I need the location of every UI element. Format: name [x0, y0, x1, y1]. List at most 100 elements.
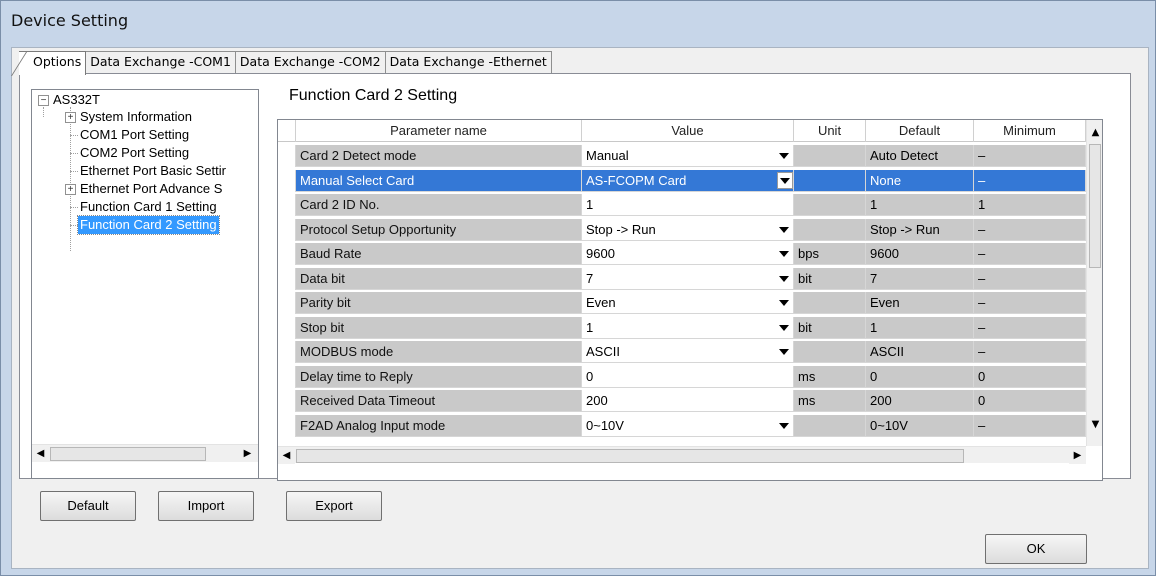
- scrollbar-thumb[interactable]: [1089, 144, 1101, 268]
- scroll-left-icon[interactable]: ◀: [32, 445, 49, 462]
- header-parameter-name[interactable]: Parameter name: [296, 120, 582, 142]
- tree-item-ethernet-port-basic[interactable]: Ethernet Port Basic Settir: [78, 162, 228, 180]
- export-button[interactable]: Export: [286, 491, 382, 521]
- tree-item-com1-port-setting[interactable]: COM1 Port Setting: [78, 126, 191, 144]
- dropdown-arrow-icon[interactable]: [779, 349, 789, 355]
- parameter-name-cell-text: Delay time to Reply: [300, 368, 413, 384]
- parameter-name-cell-text: Baud Rate: [300, 246, 362, 261]
- tree-item-function-card-1-setting[interactable]: Function Card 1 Setting: [78, 198, 219, 216]
- dropdown-arrow-icon[interactable]: [779, 153, 789, 159]
- grid-horizontal-scrollbar[interactable]: ◀ ▶: [278, 446, 1086, 464]
- default-cell: Stop -> Run: [866, 218, 974, 241]
- value-dropdown[interactable]: 7: [582, 267, 794, 290]
- default-cell: 0: [866, 365, 974, 388]
- value-dropdown[interactable]: 0~10V: [582, 414, 794, 437]
- tab-data-exchange-com1[interactable]: Data Exchange -COM1: [85, 51, 236, 74]
- tab-data-exchange-com2[interactable]: Data Exchange -COM2: [234, 51, 386, 74]
- grid-row[interactable]: Delay time to Reply 0 ms 0 0: [278, 365, 1086, 388]
- minimum-cell: –: [974, 243, 1086, 265]
- grid-row[interactable]: MODBUS mode ASCII ASCII –: [278, 341, 1086, 363]
- header-default[interactable]: Default: [866, 120, 974, 142]
- value-input[interactable]: 0: [582, 365, 794, 388]
- default-cell: 200: [866, 390, 974, 412]
- panel-title: Function Card 2 Setting: [289, 87, 458, 104]
- header-value[interactable]: Value: [582, 120, 794, 142]
- scroll-right-icon[interactable]: ▶: [239, 445, 256, 462]
- value-input[interactable]: 200: [582, 390, 794, 412]
- tree-root-as332t[interactable]: AS332T: [51, 91, 102, 109]
- minimum-cell: 1: [974, 194, 1086, 216]
- grid-row[interactable]: Parity bit Even Even –: [278, 292, 1086, 314]
- tab-options[interactable]: Options: [19, 51, 87, 75]
- unit-cell: bit: [794, 267, 866, 290]
- default-cell: ASCII: [866, 341, 974, 363]
- value-input[interactable]: 1: [582, 194, 794, 216]
- window-title: Device Setting: [11, 11, 129, 30]
- tab-data-exchange-ethernet[interactable]: Data Exchange -Ethernet: [384, 51, 552, 74]
- header-minimum[interactable]: Minimum: [974, 120, 1086, 142]
- parameter-name-cell-text: MODBUS mode: [300, 344, 394, 359]
- import-button[interactable]: Import: [158, 491, 254, 521]
- unit-cell: ms: [794, 390, 866, 412]
- grid-row[interactable]: Card 2 Detect mode Manual Auto Detect –: [278, 145, 1086, 167]
- dropdown-arrow-icon[interactable]: [779, 324, 789, 331]
- grid-row[interactable]: Received Data Timeout 200 ms 200 0: [278, 390, 1086, 412]
- value-dropdown[interactable]: ASCII: [582, 341, 794, 363]
- scroll-left-icon[interactable]: ◀: [278, 447, 295, 464]
- scrollbar-thumb[interactable]: [296, 449, 964, 463]
- scroll-right-icon[interactable]: ▶: [1069, 447, 1086, 464]
- parameter-name-cell: F2AD Analog Input mode: [296, 414, 582, 437]
- grid-vertical-scrollbar[interactable]: ▲ ▼: [1086, 120, 1102, 446]
- dropdown-button[interactable]: [777, 171, 793, 189]
- tree-item-system-information[interactable]: System Information: [78, 108, 194, 126]
- scroll-up-icon[interactable]: ▲: [1087, 124, 1102, 141]
- grid-row[interactable]: Baud Rate 9600 bps 9600 –: [278, 243, 1086, 265]
- tree-item-function-card-2-setting[interactable]: Function Card 2 Setting: [77, 215, 220, 235]
- grid-row[interactable]: Protocol Setup Opportunity Stop -> Run Sto…: [278, 218, 1086, 241]
- dropdown-arrow-icon[interactable]: [779, 251, 789, 257]
- value-dropdown[interactable]: 1: [582, 316, 794, 339]
- unit-cell: [794, 169, 866, 192]
- default-button[interactable]: Default: [40, 491, 136, 521]
- row-gutter: [278, 316, 296, 339]
- unit-cell: [794, 218, 866, 241]
- minimum-cell-text: –: [978, 172, 986, 188]
- ok-button[interactable]: OK: [985, 534, 1087, 564]
- expand-icon[interactable]: +: [65, 184, 76, 195]
- value-dropdown[interactable]: 9600: [582, 243, 794, 265]
- value-dropdown[interactable]: Stop -> Run: [582, 218, 794, 241]
- dropdown-arrow-icon[interactable]: [779, 422, 789, 429]
- scroll-down-icon[interactable]: ▼: [1087, 416, 1102, 433]
- default-cell: 0~10V: [866, 414, 974, 437]
- value-dropdown-text: 9600: [586, 246, 615, 261]
- tree-horizontal-scrollbar[interactable]: ◀ ▶: [32, 444, 258, 462]
- settings-tree[interactable]: − AS332T + System Information COM1 Port …: [31, 89, 259, 479]
- dropdown-arrow-icon[interactable]: [779, 226, 789, 233]
- scrollbar-thumb[interactable]: [50, 447, 206, 461]
- minimum-cell-text: –: [978, 319, 986, 335]
- value-dropdown[interactable]: Even: [582, 292, 794, 314]
- grid-row[interactable]: Stop bit 1 bit 1 –: [278, 316, 1086, 339]
- parameter-name-cell: Card 2 ID No.: [296, 194, 582, 216]
- default-cell: 9600: [866, 243, 974, 265]
- dropdown-arrow-icon[interactable]: [779, 300, 789, 306]
- grid-row[interactable]: Data bit 7 bit 7 –: [278, 267, 1086, 290]
- value-dropdown[interactable]: AS-FCOPM Card: [582, 169, 794, 192]
- expand-icon[interactable]: +: [65, 112, 76, 123]
- grid-row[interactable]: F2AD Analog Input mode 0~10V 0~10V –: [278, 414, 1086, 437]
- collapse-icon[interactable]: −: [38, 95, 49, 106]
- value-dropdown-text: Stop -> Run: [586, 221, 656, 237]
- default-cell: 1: [866, 316, 974, 339]
- tree-item-ethernet-port-advance[interactable]: Ethernet Port Advance S: [78, 180, 224, 198]
- dropdown-arrow-icon[interactable]: [779, 275, 789, 282]
- value-dropdown[interactable]: Manual: [582, 145, 794, 167]
- tree-item-com2-port-setting[interactable]: COM2 Port Setting: [78, 144, 191, 162]
- grid-row[interactable]: Manual Select Card AS-FCOPM Card None –: [278, 169, 1086, 192]
- unit-cell-text: bit: [798, 270, 812, 286]
- header-unit[interactable]: Unit: [794, 120, 866, 142]
- minimum-cell: –: [974, 145, 1086, 167]
- grid-row[interactable]: Card 2 ID No. 1 1 1: [278, 194, 1086, 216]
- value-dropdown-text: AS-FCOPM Card: [586, 172, 687, 188]
- minimum-cell-text: –: [978, 344, 986, 359]
- parameter-grid[interactable]: Parameter name Value Unit Default Minimu…: [277, 119, 1103, 481]
